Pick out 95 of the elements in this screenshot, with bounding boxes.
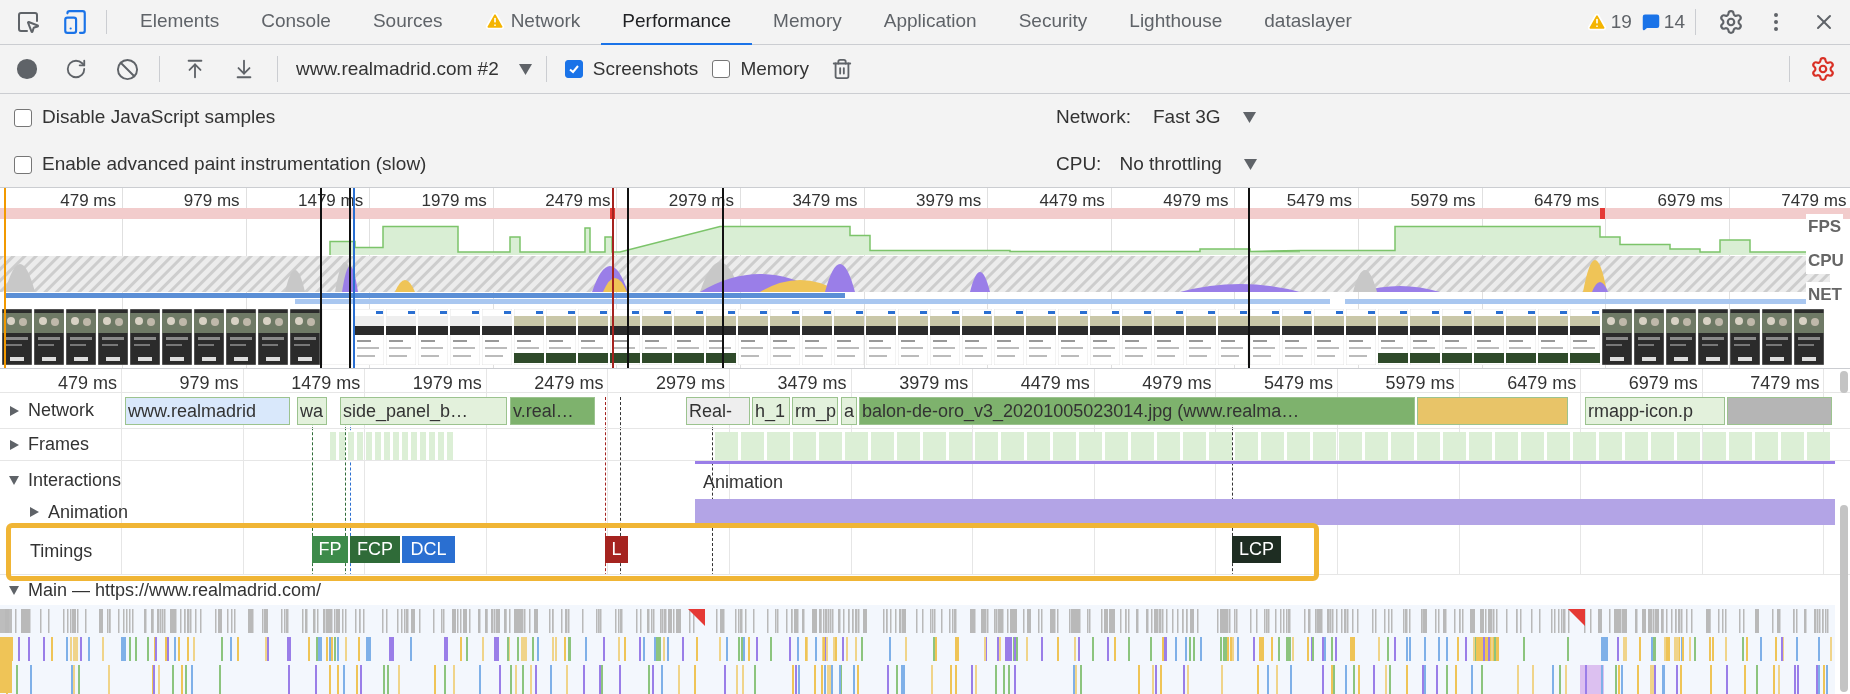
time-tick: 3479 ms (791, 190, 858, 212)
warning-count: 19 (1610, 9, 1632, 34)
network-request-bar[interactable]: Real- (686, 397, 750, 425)
track-label[interactable]: Network (28, 397, 94, 424)
time-tick: 4479 ms (1019, 372, 1090, 395)
timing-marker[interactable]: FCP (350, 536, 400, 563)
time-tick: 7479 ms (1780, 190, 1847, 212)
settings-icon[interactable] (1810, 56, 1836, 82)
time-tick: 479 ms (59, 190, 116, 212)
setting-label: Network: (1056, 105, 1131, 130)
inspect-icon[interactable] (16, 10, 40, 34)
expanded-caret-icon[interactable] (8, 584, 20, 596)
message-count: 14 (1663, 9, 1685, 34)
network-request-bar[interactable]: rmapp-icon.p (1585, 397, 1725, 425)
timing-marker[interactable]: LCP (1232, 536, 1281, 563)
clear-icon[interactable] (116, 57, 139, 81)
checkbox[interactable] (712, 60, 731, 78)
setting-label: CPU: (1056, 152, 1102, 177)
caret-icon (518, 63, 532, 75)
interaction-label: Animation (703, 471, 784, 494)
track-label: CPU (1806, 248, 1846, 274)
time-tick: 4479 ms (1038, 190, 1105, 212)
time-tick: 5979 ms (1384, 372, 1455, 395)
panel-tab[interactable]: Network (463, 0, 602, 45)
timing-marker[interactable]: FP (312, 536, 348, 563)
panel-tab[interactable]: dataslayer (1243, 0, 1373, 45)
scrollbar-thumb[interactable] (1840, 505, 1848, 692)
time-tick: 6479 ms (1533, 190, 1600, 212)
time-tick: 5979 ms (1409, 190, 1476, 212)
panel-tab[interactable]: Memory (752, 0, 863, 45)
checkbox[interactable] (14, 108, 32, 127)
time-tick: 1979 ms (411, 372, 482, 395)
message-icon[interactable] (1641, 13, 1660, 31)
checkbox-label: Disable JavaScript samples (42, 105, 276, 130)
time-tick: 4979 ms (1141, 372, 1212, 395)
time-tick: 479 ms (56, 372, 117, 395)
track-label[interactable]: Frames (28, 431, 89, 458)
scrollbar-thumb[interactable] (1840, 371, 1848, 393)
throttling-select[interactable]: No throttling (1119, 150, 1257, 179)
time-tick: 1979 ms (420, 190, 487, 212)
checkbox[interactable] (14, 155, 32, 174)
time-tick: 2479 ms (533, 372, 604, 395)
caret-icon (1243, 159, 1257, 170)
time-tick: 6979 ms (1656, 190, 1723, 212)
checkbox-label: Screenshots (592, 56, 699, 81)
time-tick: 2979 ms (654, 372, 725, 395)
panel-tab[interactable]: Security (997, 0, 1109, 45)
time-tick: 5479 ms (1285, 190, 1352, 212)
panel-tab[interactable]: Application (862, 0, 998, 45)
network-request-bar[interactable]: side_panel_b… (340, 397, 507, 425)
collapsed-caret-icon[interactable] (8, 404, 20, 417)
reload-icon[interactable] (65, 58, 87, 80)
time-tick: 3479 ms (776, 372, 847, 395)
track-label: Timings (30, 540, 93, 563)
time-tick: 1479 ms (290, 372, 361, 395)
collapsed-caret-icon[interactable] (28, 506, 40, 518)
time-tick: 2479 ms (544, 190, 611, 212)
time-tick: 7479 ms (1749, 372, 1820, 395)
time-tick: 6479 ms (1506, 372, 1577, 395)
network-request-bar[interactable]: rm_p (792, 397, 838, 425)
caret-icon (1242, 112, 1256, 123)
time-tick: 3979 ms (898, 372, 969, 395)
panel-tab[interactable]: Lighthouse (1108, 0, 1244, 45)
network-request-bar[interactable]: balon-de-oro_v3_20201005023014.jpg (www.realma… (859, 397, 1415, 425)
track-label[interactable]: Animation (48, 498, 129, 526)
panel-tab[interactable]: Console (240, 0, 352, 45)
network-request-bar[interactable]: a (841, 397, 857, 425)
time-tick: 979 ms (178, 372, 239, 395)
checkbox-label: Memory (740, 56, 809, 81)
checkbox-label: Enable advanced paint instrumentation (slow) (42, 152, 427, 177)
settings-icon[interactable] (1718, 9, 1744, 35)
device-toolbar-icon[interactable] (62, 9, 88, 35)
network-request-bar[interactable]: wa (297, 397, 327, 425)
network-request-bar[interactable]: h_1 (752, 397, 790, 425)
panel-tab[interactable]: Elements (119, 0, 241, 45)
timing-marker[interactable]: L (605, 536, 628, 563)
network-request-bar[interactable]: v.real… (510, 397, 595, 425)
checkbox[interactable] (564, 60, 583, 78)
network-request-bar[interactable]: www.realmadrid (125, 397, 290, 425)
collapsed-caret-icon[interactable] (8, 438, 20, 451)
time-tick: 3979 ms (915, 190, 982, 212)
expanded-caret-icon[interactable] (8, 474, 20, 486)
time-tick: 6979 ms (1627, 372, 1698, 395)
timing-marker[interactable]: DCL (402, 536, 455, 563)
time-tick: 979 ms (182, 190, 240, 212)
recording-select[interactable]: www.realmadrid.com #2 (296, 54, 532, 84)
track-label[interactable]: Interactions (28, 466, 122, 494)
throttling-select[interactable]: Fast 3G (1152, 103, 1256, 132)
record-icon[interactable] (16, 58, 38, 80)
panel-tab[interactable]: Sources (351, 0, 464, 45)
trash-icon[interactable] (831, 58, 853, 80)
checkmark-icon (567, 63, 580, 75)
track-label[interactable]: Main — https://www.realmadrid.com/ (28, 576, 322, 604)
time-tick: 5479 ms (1262, 372, 1333, 395)
time-tick: 4979 ms (1162, 190, 1229, 212)
